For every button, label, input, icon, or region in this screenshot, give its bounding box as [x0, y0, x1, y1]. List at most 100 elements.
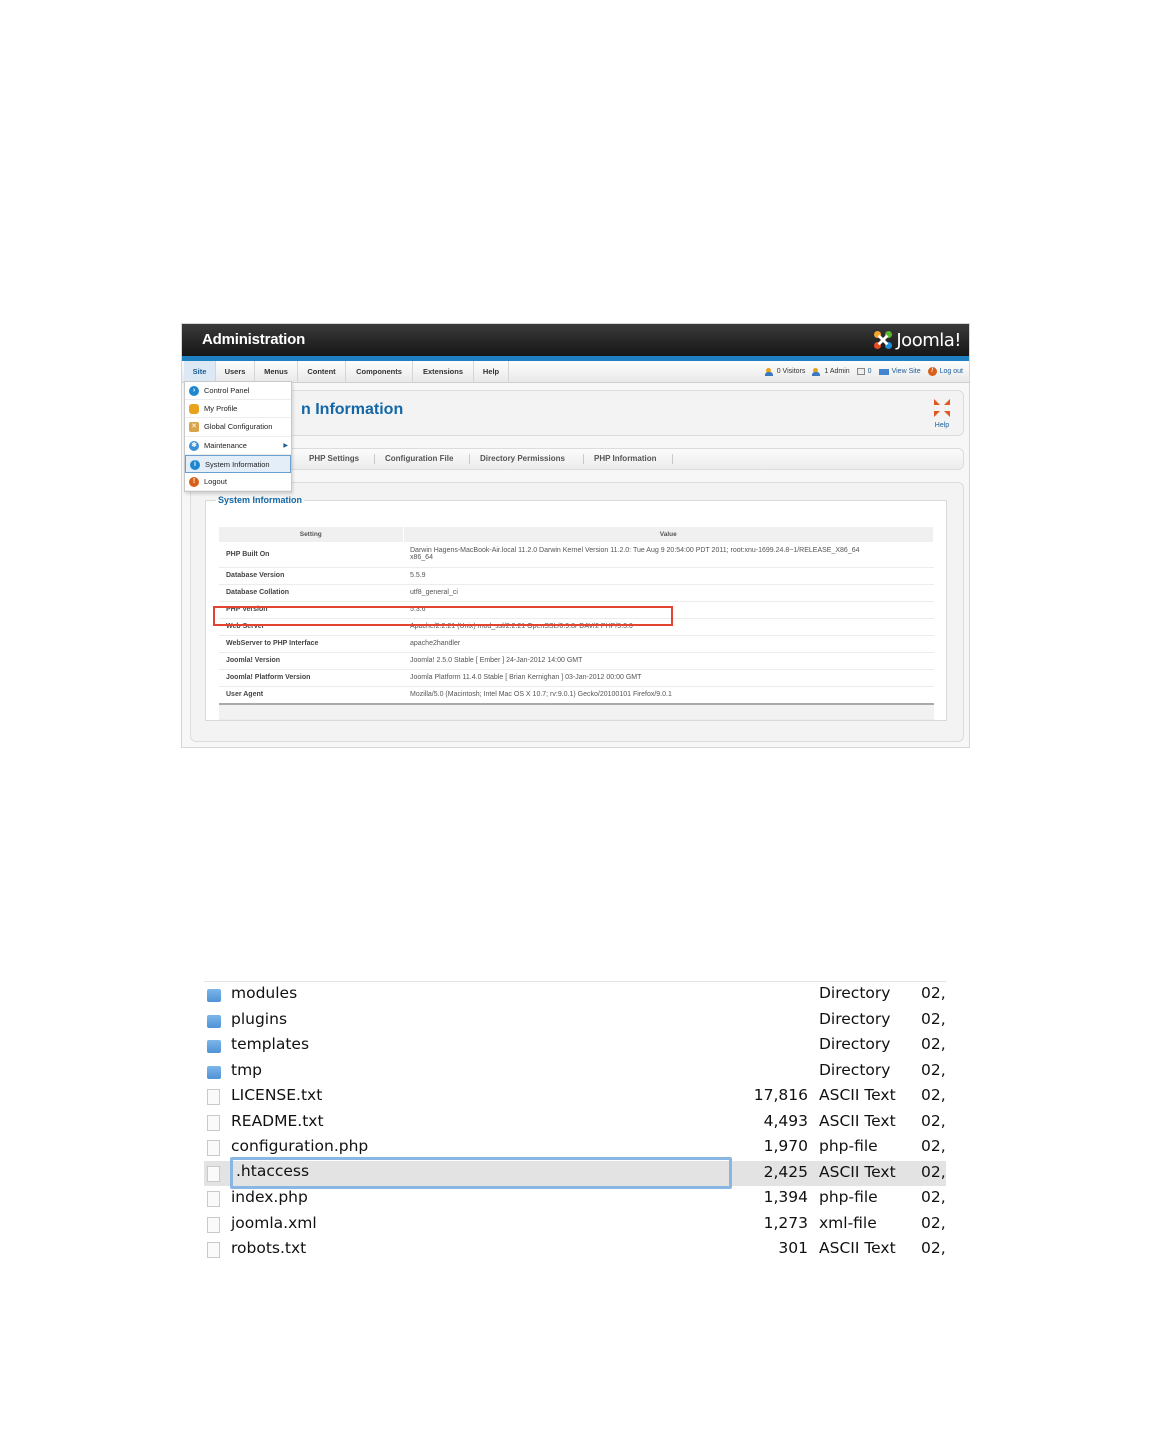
document-icon [207, 1140, 220, 1156]
setting-user-agent: User Agent [219, 686, 403, 705]
list-item[interactable]: README.txt 4,493 ASCII Text 02, [204, 1110, 946, 1136]
setting-web-server: Web Server [219, 618, 403, 636]
table-row: Joomla! Version Joomla! 2.5.0 Stable [ E… [219, 652, 934, 670]
visitors-label: 0 Visitors [776, 368, 806, 375]
folder-icon [207, 989, 221, 1002]
help-lifebuoy-icon [934, 399, 950, 417]
file-date: 02, [921, 1213, 946, 1232]
dropdown-item-label: Control Panel [204, 386, 250, 395]
filename-rename-field[interactable]: .htaccess [230, 1157, 732, 1189]
system-information-fieldset: System Information Setting Value PHP Bui… [205, 495, 947, 721]
file-kind: Directory [819, 1009, 891, 1028]
tab-php-information[interactable]: PHP Information [594, 449, 657, 469]
list-item[interactable]: joomla.xml 1,273 xml-file 02, [204, 1212, 946, 1238]
dropdown-item-system-information[interactable]: i System Information [185, 454, 291, 473]
file-name: tmp [231, 1060, 263, 1079]
file-name: plugins [231, 1009, 288, 1028]
table-row: PHP Built On Darwin Hagens-MacBook-Air.l… [219, 542, 934, 568]
menu-extensions[interactable]: Extensions [413, 361, 474, 382]
file-size: 4,493 [763, 1111, 808, 1130]
dropdown-item-label: System Information [205, 459, 270, 469]
page-title: n Information [301, 401, 404, 418]
value-line: Darwin Hagens-MacBook-Air.local 11.2.0 D… [410, 547, 860, 555]
admins-status[interactable]: 1 Admin [812, 367, 850, 376]
value-database-collation: utf8_general_ci [403, 584, 934, 602]
finder-file-list: modules Directory 02, plugins Directory … [204, 981, 946, 1261]
file-name: README.txt [231, 1111, 324, 1130]
document-icon [207, 1165, 220, 1182]
menu-users[interactable]: Users [216, 361, 255, 382]
document-icon [207, 1216, 220, 1233]
menu-help[interactable]: Help [474, 361, 509, 382]
dropdown-item-global-configuration[interactable]: ✕ Global Configuration [185, 418, 291, 437]
file-name: index.php [231, 1188, 308, 1206]
file-kind: Directory [819, 1060, 891, 1079]
document-icon [207, 1089, 220, 1105]
setting-webserver-php-interface: WebServer to PHP Interface [219, 635, 403, 653]
file-date: 02, [921, 1111, 946, 1130]
admin-status-area: 0 Visitors 1 Admin 0 View Site ! Log out [764, 361, 963, 382]
admin-header-bar: Administration Joomla! [182, 324, 969, 356]
list-item[interactable]: modules Directory 02, [204, 982, 946, 1008]
list-item[interactable]: robots.txt 301 ASCII Text 02, [204, 1237, 946, 1261]
tab-divider [469, 454, 470, 464]
table-row: Database Version 5.5.9 [219, 567, 934, 585]
table-row: PHP Version 5.3.6 [219, 601, 934, 619]
table-row: Database Collation utf8_general_ci [219, 584, 934, 602]
dropdown-item-maintenance[interactable]: ✱ Maintenance ▶ [185, 437, 291, 455]
table-footer [219, 703, 934, 720]
messages-icon [856, 368, 865, 375]
dropdown-item-my-profile[interactable]: My Profile [185, 400, 291, 419]
admin-menu-bar: Site Users Menus Content Components Exte… [182, 361, 969, 383]
file-kind: ASCII Text [819, 1162, 896, 1181]
file-kind: ASCII Text [819, 1239, 896, 1257]
folder-icon [207, 1014, 221, 1028]
file-date: 02, [921, 1188, 946, 1206]
logout-link[interactable]: ! Log out [927, 367, 963, 376]
menu-components[interactable]: Components [346, 361, 413, 382]
list-item[interactable]: plugins Directory 02, [204, 1008, 946, 1034]
help-button[interactable]: Help [929, 397, 955, 429]
file-date: 02, [921, 1137, 946, 1155]
menu-content[interactable]: Content [298, 361, 346, 382]
logout-icon: ! [927, 367, 937, 376]
dropdown-item-label: Global Configuration [204, 422, 273, 432]
file-kind: ASCII Text [819, 1111, 896, 1130]
file-name: robots.txt [231, 1239, 307, 1257]
joomla-admin-screenshot: Administration Joomla! Site Users Menus … [181, 323, 970, 748]
messages-status[interactable]: 0 [856, 368, 872, 375]
menu-menus[interactable]: Menus [255, 361, 298, 382]
help-label: Help [934, 422, 950, 429]
joomla-logo[interactable]: Joomla! [872, 328, 961, 352]
page-title-panel: n Information Help [190, 390, 964, 436]
list-item[interactable]: index.php 1,394 php-file 02, [204, 1186, 946, 1212]
file-name: configuration.php [231, 1137, 369, 1155]
table-row: User Agent Mozilla/5.0 (Macintosh; Intel… [219, 686, 934, 705]
file-kind: Directory [819, 984, 891, 1002]
menu-site[interactable]: Site [184, 361, 216, 382]
list-item[interactable]: tmp Directory 02, [204, 1059, 946, 1085]
logout-icon: ! [189, 476, 199, 487]
list-item[interactable]: LICENSE.txt 17,816 ASCII Text 02, [204, 1084, 946, 1110]
tab-php-settings[interactable]: PHP Settings [309, 449, 359, 469]
visitors-status[interactable]: 0 Visitors [764, 367, 806, 376]
dropdown-item-label: My Profile [204, 404, 238, 414]
value-web-server: Apache/2.2.21 (Unix) mod_ssl/2.2.21 Open… [403, 618, 934, 636]
file-name: modules [231, 984, 298, 1002]
file-size: 1,273 [763, 1213, 808, 1232]
file-kind: php-file [819, 1188, 878, 1206]
system-information-legend: System Information [218, 495, 303, 505]
file-kind: php-file [819, 1137, 878, 1155]
dropdown-item-label: Logout [204, 476, 227, 486]
value-webserver-php-interface: apache2handler [403, 635, 934, 653]
list-item[interactable]: templates Directory 02, [204, 1033, 946, 1059]
file-date: 02, [921, 1162, 946, 1181]
dropdown-item-control-panel[interactable]: › Control Panel [185, 382, 291, 401]
file-date: 02, [921, 1086, 946, 1104]
tab-configuration-file[interactable]: Configuration File [385, 449, 453, 469]
view-site-link[interactable]: View Site [878, 368, 921, 375]
file-date: 02, [921, 1239, 946, 1257]
joomla-logo-text: Joomla! [896, 329, 961, 351]
dropdown-item-logout[interactable]: ! Logout [185, 473, 291, 492]
tab-directory-permissions[interactable]: Directory Permissions [480, 449, 565, 469]
